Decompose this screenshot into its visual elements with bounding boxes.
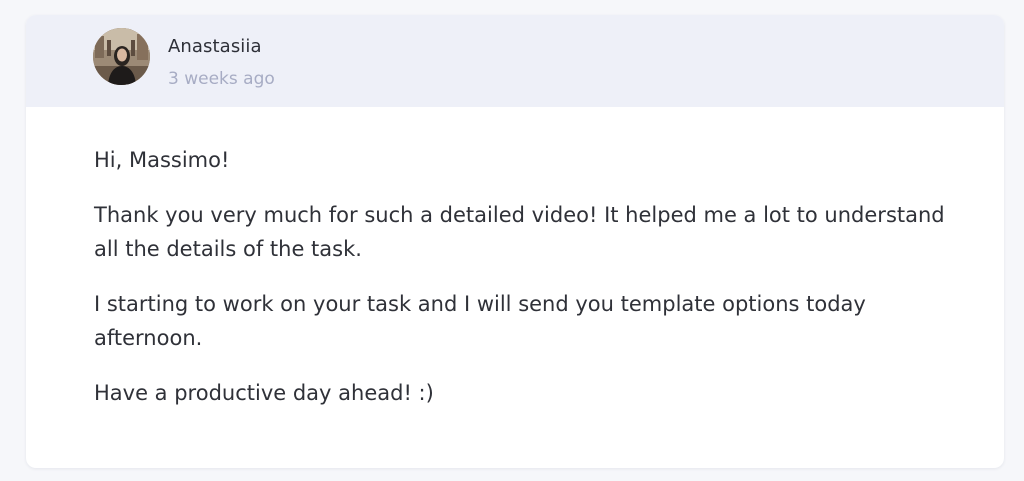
comment-timestamp: 3 weeks ago [168,69,275,89]
comment-header: Anastasiia 3 weeks ago [26,15,1004,107]
comment-card: Anastasiia 3 weeks ago Hi, Massimo! Than… [26,15,1004,468]
author-name[interactable]: Anastasiia [168,35,262,59]
avatar[interactable] [93,28,150,85]
message-paragraph: Hi, Massimo! [94,148,230,172]
comment-body: Hi, Massimo! Thank you very much for suc… [94,143,974,431]
message-paragraph: Thank you very much for such a detailed … [94,203,945,261]
message-paragraph: Have a productive day ahead! :) [94,381,434,405]
user-photo-icon [93,28,150,85]
message-paragraph: I starting to work on your task and I wi… [94,292,866,350]
